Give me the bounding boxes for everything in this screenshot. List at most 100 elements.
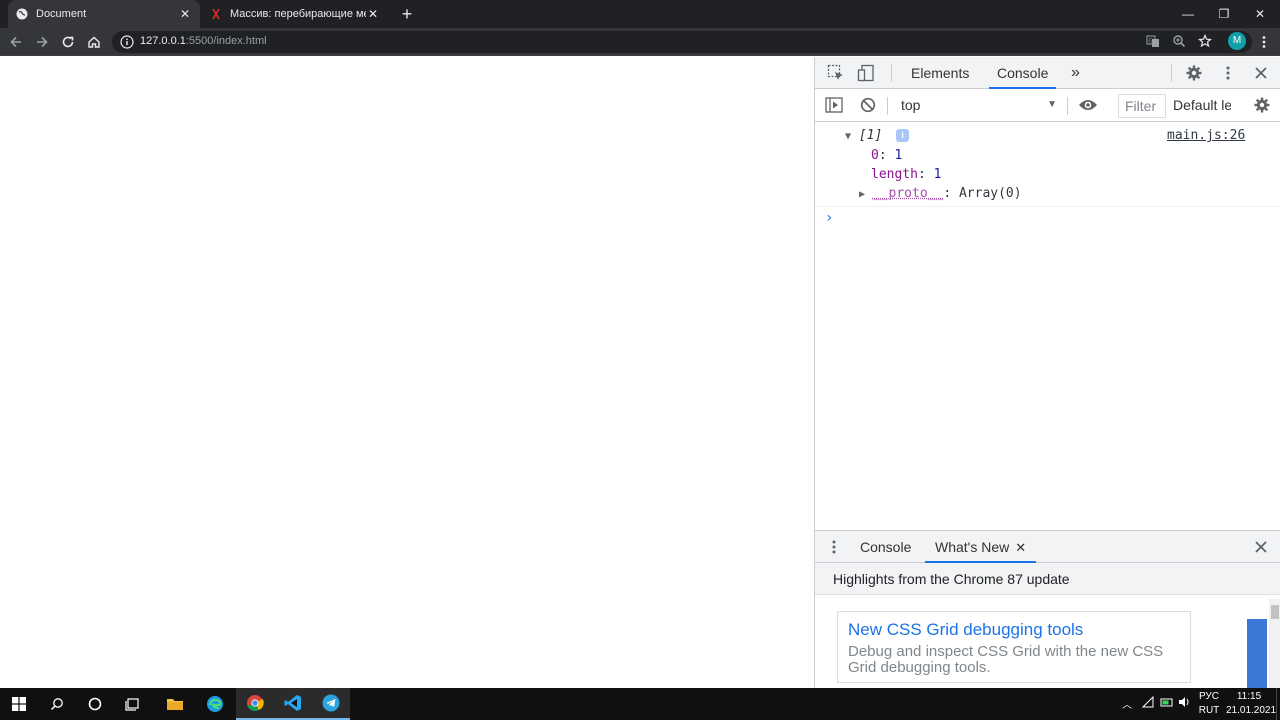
new-tab-button[interactable]: +	[398, 5, 416, 23]
tab-console[interactable]: Console	[989, 57, 1057, 89]
windows-taskbar: ︿ РУС RUT 11:15 21.01.2021	[0, 688, 1280, 720]
settings-gear-icon[interactable]	[1183, 62, 1205, 84]
tab-title: Document	[36, 8, 87, 20]
folder-icon	[167, 699, 183, 710]
tab-close-icon[interactable]: ✕	[178, 7, 192, 21]
vscode-button[interactable]	[274, 688, 312, 720]
device-toolbar-icon[interactable]	[855, 62, 877, 84]
browser-toolbar: 127.0.0.1:5500/index.html G M	[0, 28, 1280, 56]
whats-new-panel: Highlights from the Chrome 87 update New…	[815, 563, 1280, 688]
minimize-button[interactable]: —	[1168, 0, 1208, 28]
chrome-button[interactable]	[236, 688, 274, 720]
kebab-menu-icon	[1262, 36, 1266, 48]
home-icon	[88, 36, 100, 48]
log-levels-dropdown[interactable]: Default levels	[1173, 94, 1231, 116]
reload-button[interactable]	[58, 32, 78, 52]
close-devtools-icon[interactable]	[1250, 62, 1272, 84]
windows-logo-icon	[12, 697, 26, 711]
tab-document[interactable]: Document ✕	[8, 0, 200, 28]
info-badge-icon[interactable]: i	[896, 129, 910, 142]
home-button[interactable]	[84, 32, 104, 52]
chrome-icon	[247, 695, 264, 712]
clear-console-icon[interactable]	[857, 94, 879, 116]
page-viewport[interactable]	[0, 57, 814, 688]
drawer-tabbar: Console What's New ✕	[815, 530, 1280, 563]
telegram-button[interactable]	[312, 688, 350, 720]
back-button[interactable]	[6, 32, 26, 52]
address-bar[interactable]: 127.0.0.1:5500/index.html G	[112, 31, 1252, 53]
bookmark-star-icon[interactable]	[1197, 33, 1213, 53]
start-button[interactable]	[0, 688, 38, 720]
drawer-scrollbar[interactable]	[1269, 599, 1280, 688]
inspect-element-icon[interactable]	[825, 62, 847, 84]
site-favicon-icon	[210, 8, 222, 20]
network-icon[interactable]	[1141, 695, 1154, 711]
live-expression-eye-icon[interactable]	[1077, 94, 1099, 116]
array-log-entry[interactable]: ▼ [1] i	[845, 128, 910, 143]
context-selector[interactable]: top ▼	[895, 94, 1061, 116]
profile-avatar[interactable]: M	[1228, 32, 1246, 50]
arrow-left-icon	[10, 36, 21, 48]
feature-title[interactable]: New CSS Grid debugging tools	[848, 620, 1180, 640]
feature-illustration	[1247, 619, 1267, 688]
console-filter-input[interactable]: Filter	[1118, 94, 1166, 118]
tab-close-icon[interactable]: ✕	[366, 7, 380, 21]
battery-icon[interactable]	[1160, 696, 1174, 711]
devtools-menu-icon[interactable]	[1217, 62, 1239, 84]
console-output[interactable]: ▼ [1] i main.js:26 0: 1 length: 1 ▶ __pr…	[815, 122, 1280, 530]
message-divider	[815, 206, 1280, 207]
globe-icon	[16, 8, 28, 20]
edge-button[interactable]	[196, 688, 234, 720]
arrow-right-icon	[37, 36, 48, 48]
edge-icon	[207, 696, 223, 712]
url-text: 127.0.0.1:5500/index.html	[140, 35, 267, 47]
separator	[887, 97, 888, 115]
console-toolbar: top ▼ Filter Default levels	[815, 89, 1280, 122]
browser-menu-button[interactable]	[1254, 32, 1274, 52]
cortana-button[interactable]	[76, 688, 114, 720]
forward-button[interactable]	[32, 32, 52, 52]
search-icon	[50, 698, 63, 711]
task-view-button[interactable]	[114, 688, 152, 720]
drawer-menu-icon[interactable]	[823, 536, 845, 558]
telegram-icon	[322, 694, 340, 712]
devtools-panel: Elements Console » top ▼ Filter Default …	[814, 57, 1280, 688]
volume-icon[interactable]	[1178, 696, 1192, 711]
more-tabs-button[interactable]: »	[1063, 57, 1088, 89]
reload-icon	[62, 36, 74, 48]
tab-title: Массив: перебирающие методы	[230, 8, 366, 20]
restore-button[interactable]: ❐	[1204, 0, 1244, 28]
show-sidebar-icon[interactable]	[823, 94, 845, 116]
console-prompt-icon[interactable]: ›	[825, 210, 833, 226]
task-view-icon	[125, 698, 139, 711]
search-button[interactable]	[38, 688, 76, 720]
drawer-tab-console[interactable]: Console	[850, 531, 921, 563]
separator	[891, 64, 892, 82]
expand-triangle-icon[interactable]: ▶	[859, 189, 865, 200]
devtools-tabbar: Elements Console »	[815, 57, 1280, 89]
drawer-tab-whats-new[interactable]: What's New ✕	[925, 531, 1037, 563]
array-summary: [1]	[858, 128, 883, 143]
feature-card[interactable]: New CSS Grid debugging tools Debug and i…	[837, 611, 1191, 683]
expand-triangle-icon[interactable]: ▼	[845, 131, 851, 142]
input-language[interactable]: РУС RUT	[1198, 690, 1220, 718]
close-window-button[interactable]: ✕	[1240, 0, 1280, 28]
whats-new-header: Highlights from the Chrome 87 update	[815, 563, 1280, 595]
console-settings-gear-icon[interactable]	[1251, 94, 1273, 116]
array-property-row: length: 1	[871, 167, 942, 182]
close-tab-icon[interactable]: ✕	[1015, 540, 1026, 555]
show-hidden-icons[interactable]: ︿	[1122, 696, 1132, 711]
zoom-icon[interactable]	[1172, 34, 1186, 53]
close-drawer-icon[interactable]	[1250, 536, 1272, 558]
proto-row[interactable]: ▶ __proto__: Array(0)	[859, 186, 1022, 201]
file-explorer-button[interactable]	[156, 688, 194, 720]
tab-array-methods[interactable]: Массив: перебирающие методы ✕	[202, 0, 388, 28]
translate-icon[interactable]: G	[1146, 34, 1160, 53]
system-clock[interactable]: 11:15 21.01.2021	[1226, 690, 1276, 718]
separator	[1171, 64, 1172, 82]
tab-elements[interactable]: Elements	[903, 57, 977, 89]
array-property-row: 0: 1	[871, 148, 903, 163]
show-desktop-button[interactable]	[1276, 688, 1280, 720]
info-icon[interactable]	[120, 35, 134, 49]
source-link[interactable]: main.js:26	[1167, 128, 1245, 143]
